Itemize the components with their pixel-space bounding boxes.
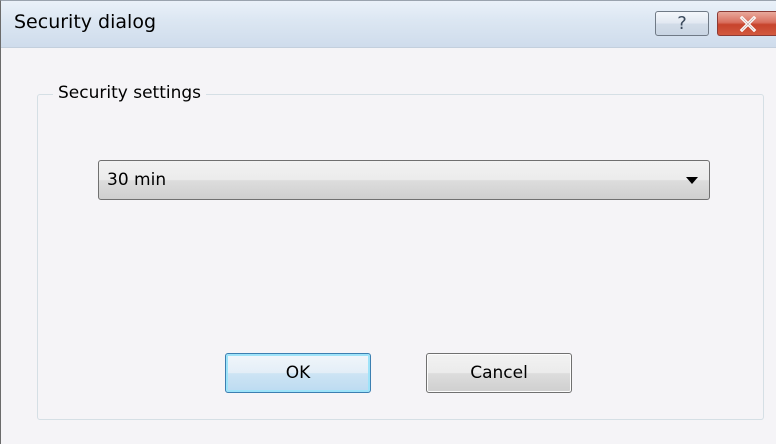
dialog-client-area: Security settings 30 min OK Cancel [1, 48, 776, 444]
cancel-button[interactable]: Cancel [426, 353, 572, 393]
timeout-dropdown[interactable]: 30 min [98, 160, 710, 200]
help-icon: ? [677, 12, 687, 34]
title-bar[interactable]: Security dialog ? [1, 1, 776, 48]
ok-button[interactable]: OK [225, 353, 371, 393]
close-button[interactable] [717, 11, 776, 36]
security-dialog-window: Security dialog ? Security settings 30 m… [0, 0, 776, 444]
dropdown-arrow-icon [686, 177, 698, 184]
help-button[interactable]: ? [655, 11, 709, 36]
cancel-button-label: Cancel [470, 363, 528, 383]
window-title: Security dialog [14, 11, 157, 33]
security-settings-label: Security settings [53, 83, 207, 103]
security-settings-groupbox [37, 94, 764, 420]
timeout-dropdown-value: 30 min [107, 170, 167, 190]
ok-button-label: OK [285, 363, 311, 383]
close-icon [739, 15, 756, 32]
